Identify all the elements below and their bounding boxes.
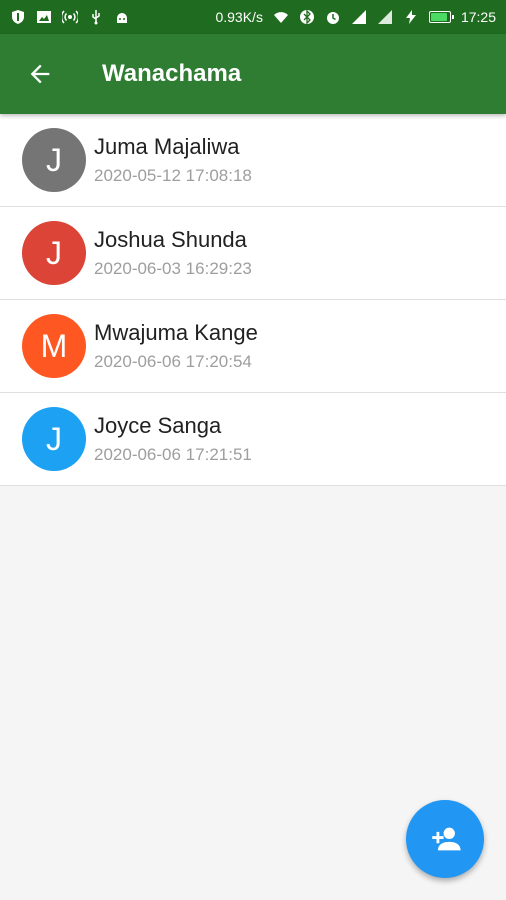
add-person-icon xyxy=(432,827,461,851)
member-name: Juma Majaliwa xyxy=(94,134,240,159)
back-button[interactable] xyxy=(10,44,70,104)
member-list-item[interactable]: J Juma Majaliwa 2020-05-12 17:08:18 xyxy=(0,114,506,207)
android-icon xyxy=(114,9,130,25)
signal-icon-2 xyxy=(377,9,393,25)
members-list: J Juma Majaliwa 2020-05-12 17:08:18 J Jo… xyxy=(0,114,506,486)
member-list-item[interactable]: M Mwajuma Kange 2020-06-06 17:20:54 xyxy=(0,300,506,393)
member-date: 2020-05-12 17:08:18 xyxy=(94,166,252,185)
app-bar: Wanachama xyxy=(0,34,506,114)
avatar: J xyxy=(22,128,86,192)
avatar: J xyxy=(22,221,86,285)
add-member-button[interactable] xyxy=(406,800,484,878)
battery-level-fill xyxy=(430,13,448,21)
member-name: Joshua Shunda xyxy=(94,227,247,252)
image-icon xyxy=(36,9,52,25)
avatar: M xyxy=(22,314,86,378)
member-name: Mwajuma Kange xyxy=(94,320,258,345)
arrow-left-icon xyxy=(30,64,50,84)
status-bar: 0.93K/s 17:25 xyxy=(0,0,506,34)
status-bar-right: 0.93K/s 17:25 xyxy=(215,9,496,25)
charging-icon xyxy=(403,9,419,25)
member-info: Joshua Shunda 2020-06-03 16:29:23 xyxy=(94,227,252,279)
member-list-item[interactable]: J Joyce Sanga 2020-06-06 17:21:51 xyxy=(0,393,506,486)
member-info: Joyce Sanga 2020-06-06 17:21:51 xyxy=(94,413,252,465)
member-date: 2020-06-06 17:20:54 xyxy=(94,352,252,371)
network-speed: 0.93K/s xyxy=(215,9,263,25)
member-date: 2020-06-03 16:29:23 xyxy=(94,259,252,278)
signal-icon xyxy=(351,9,367,25)
battery-icon xyxy=(428,11,454,23)
shield-icon xyxy=(10,9,26,25)
status-bar-left xyxy=(10,9,130,25)
status-time: 17:25 xyxy=(460,9,496,25)
member-info: Mwajuma Kange 2020-06-06 17:20:54 xyxy=(94,320,258,372)
hotspot-icon xyxy=(62,9,78,25)
avatar: J xyxy=(22,407,86,471)
member-date: 2020-06-06 17:21:51 xyxy=(94,445,252,464)
bluetooth-icon xyxy=(299,9,315,25)
page-title: Wanachama xyxy=(102,60,242,87)
alarm-icon xyxy=(325,9,341,25)
wifi-icon xyxy=(273,9,289,25)
member-list-item[interactable]: J Joshua Shunda 2020-06-03 16:29:23 xyxy=(0,207,506,300)
member-name: Joyce Sanga xyxy=(94,413,222,438)
usb-icon xyxy=(88,9,104,25)
member-info: Juma Majaliwa 2020-05-12 17:08:18 xyxy=(94,134,252,186)
